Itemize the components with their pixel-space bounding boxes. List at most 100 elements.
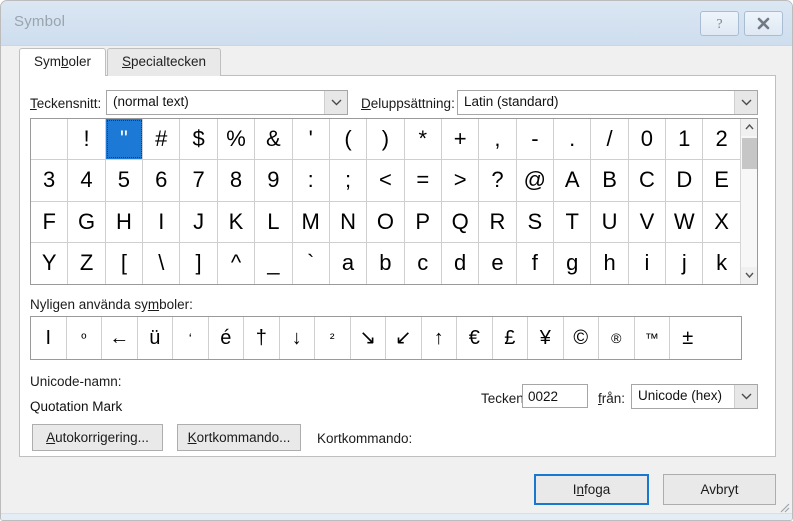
close-button[interactable] bbox=[744, 11, 783, 36]
symbol-cell[interactable]: f bbox=[517, 242, 555, 284]
charcode-input[interactable] bbox=[522, 384, 588, 408]
recent-symbols-grid[interactable]: Ιº ← ü ‘é † ↓ ² ↘ ↙ ↑ € £ ¥ © ® ™ ± bbox=[30, 316, 742, 360]
symbol-cell[interactable]: R bbox=[479, 201, 517, 242]
recent-symbol-cell[interactable]: © bbox=[564, 317, 599, 359]
recent-symbol-cell[interactable]: £ bbox=[493, 317, 528, 359]
symbol-cell[interactable]: H bbox=[106, 201, 144, 242]
symbol-cell[interactable]: ( bbox=[330, 119, 368, 160]
symbol-cell[interactable]: F bbox=[31, 201, 69, 242]
symbol-cell[interactable]: 1 bbox=[666, 119, 704, 160]
recent-symbol-cell[interactable]: ↑ bbox=[422, 317, 457, 359]
symbol-cell[interactable]: . bbox=[554, 119, 592, 160]
symbol-cell[interactable]: g bbox=[554, 242, 592, 284]
help-button[interactable]: ? bbox=[700, 11, 739, 36]
symbol-cell[interactable]: ^ bbox=[218, 242, 256, 284]
recent-symbol-cell[interactable]: ‘ bbox=[173, 317, 209, 359]
symbol-cell[interactable]: N bbox=[330, 201, 368, 242]
symbol-cell[interactable]: c bbox=[405, 242, 442, 284]
symbol-cell[interactable]: S bbox=[517, 201, 555, 242]
symbol-cell[interactable]: h bbox=[591, 242, 629, 284]
recent-symbol-cell[interactable]: † bbox=[244, 317, 280, 359]
symbol-cell[interactable]: M bbox=[293, 201, 330, 242]
autocorrect-button[interactable]: Autokorrigering... bbox=[32, 424, 163, 451]
symbol-cell[interactable]: V bbox=[629, 201, 667, 242]
symbol-cell[interactable]: < bbox=[367, 160, 405, 201]
symbol-cell[interactable]: 5 bbox=[106, 160, 144, 201]
scroll-up-button[interactable] bbox=[741, 119, 757, 136]
recent-symbol-cell[interactable]: ↘ bbox=[351, 317, 386, 359]
symbol-cell[interactable]: 4 bbox=[68, 160, 106, 201]
symbol-cell[interactable]: J bbox=[180, 201, 218, 242]
symbol-cell[interactable]: a bbox=[330, 242, 368, 284]
recent-symbol-cell[interactable]: º bbox=[67, 317, 102, 359]
symbol-cell[interactable]: Y bbox=[31, 242, 69, 284]
symbol-cell[interactable]: ; bbox=[330, 160, 368, 201]
recent-symbol-cell[interactable]: € bbox=[457, 317, 493, 359]
symbol-cell[interactable]: * bbox=[405, 119, 442, 160]
symbol-cell[interactable]: ` bbox=[293, 242, 330, 284]
symbol-cell[interactable]: K bbox=[218, 201, 256, 242]
symbol-grid[interactable]: ! " # $% & '() * +, -./0 1 2 3 4 5 6 7 8 9:; < = >? @ A B C D E F G H… bbox=[30, 118, 758, 285]
symbol-cell[interactable]: i bbox=[629, 242, 667, 284]
symbol-cell[interactable]: > bbox=[442, 160, 480, 201]
symbol-cell[interactable]: & bbox=[255, 119, 293, 160]
symbol-cell[interactable]: e bbox=[479, 242, 517, 284]
symbol-cell[interactable]: : bbox=[293, 160, 330, 201]
recent-symbol-cell[interactable]: ü bbox=[138, 317, 173, 359]
recent-symbol-cell[interactable]: é bbox=[209, 317, 244, 359]
symbol-cell[interactable]: 6 bbox=[143, 160, 181, 201]
symbol-cell[interactable]: k bbox=[703, 242, 741, 284]
symbol-cell[interactable]: X bbox=[703, 201, 741, 242]
symbol-cell[interactable]: B bbox=[591, 160, 629, 201]
insert-button[interactable]: Infoga bbox=[534, 474, 649, 505]
chevron-down-icon[interactable] bbox=[324, 91, 347, 114]
symbol-cell[interactable]: $ bbox=[180, 119, 218, 160]
symbol-cell[interactable]: E bbox=[703, 160, 741, 201]
symbol-cell[interactable]: @ bbox=[517, 160, 555, 201]
symbol-cell[interactable]: 0 bbox=[629, 119, 667, 160]
subset-combobox[interactable]: Latin (standard) bbox=[457, 90, 758, 115]
font-combobox[interactable]: (normal text) bbox=[106, 90, 348, 115]
symbol-cell[interactable] bbox=[31, 119, 69, 160]
symbol-cell[interactable]: ] bbox=[180, 242, 218, 284]
symbol-cell[interactable]: P bbox=[405, 201, 442, 242]
symbol-cell[interactable]: L bbox=[255, 201, 293, 242]
symbol-cell[interactable]: d bbox=[442, 242, 480, 284]
symbol-cell[interactable]: \ bbox=[143, 242, 181, 284]
symbol-cell[interactable]: - bbox=[517, 119, 555, 160]
recent-symbol-cell[interactable]: ← bbox=[102, 317, 138, 359]
symbol-cell[interactable]: ? bbox=[479, 160, 517, 201]
symbol-cell[interactable]: ' bbox=[293, 119, 330, 160]
tab-specialtecken[interactable]: Specialtecken bbox=[107, 48, 222, 76]
symbol-cell[interactable]: % bbox=[218, 119, 256, 160]
symbol-cell[interactable]: T bbox=[554, 201, 592, 242]
symbol-cell[interactable]: W bbox=[666, 201, 704, 242]
symbol-cell[interactable]: " bbox=[105, 119, 144, 160]
recent-symbol-cell[interactable]: ↙ bbox=[386, 317, 422, 359]
recent-symbol-cell[interactable]: ¥ bbox=[528, 317, 564, 359]
symbol-cell[interactable]: Z bbox=[68, 242, 106, 284]
scrollbar-thumb[interactable] bbox=[742, 138, 757, 169]
symbol-cell[interactable]: , bbox=[479, 119, 517, 160]
recent-symbol-cell[interactable]: ® bbox=[599, 317, 635, 359]
symbol-grid-scrollbar[interactable] bbox=[740, 119, 757, 284]
symbol-cell[interactable]: A bbox=[554, 160, 592, 201]
symbol-cell[interactable]: # bbox=[143, 119, 181, 160]
symbol-cell[interactable]: 9 bbox=[255, 160, 293, 201]
symbol-cell[interactable]: 2 bbox=[703, 119, 741, 160]
recent-symbol-cell[interactable]: ± bbox=[670, 317, 706, 359]
symbol-cell[interactable]: 8 bbox=[218, 160, 256, 201]
symbol-cell[interactable]: O bbox=[367, 201, 405, 242]
symbol-cell[interactable]: _ bbox=[255, 242, 293, 284]
symbol-cell[interactable]: / bbox=[591, 119, 629, 160]
chevron-down-icon[interactable] bbox=[734, 385, 757, 408]
from-combobox[interactable]: Unicode (hex) bbox=[631, 384, 758, 409]
symbol-cell[interactable]: Q bbox=[442, 201, 480, 242]
symbol-cell[interactable]: + bbox=[442, 119, 480, 160]
symbol-cell[interactable]: I bbox=[143, 201, 181, 242]
recent-symbol-cell[interactable]: ™ bbox=[635, 317, 670, 359]
symbol-cell[interactable]: [ bbox=[106, 242, 144, 284]
symbol-cell[interactable]: j bbox=[666, 242, 704, 284]
symbol-cell[interactable]: U bbox=[591, 201, 629, 242]
symbol-cell[interactable]: b bbox=[367, 242, 405, 284]
